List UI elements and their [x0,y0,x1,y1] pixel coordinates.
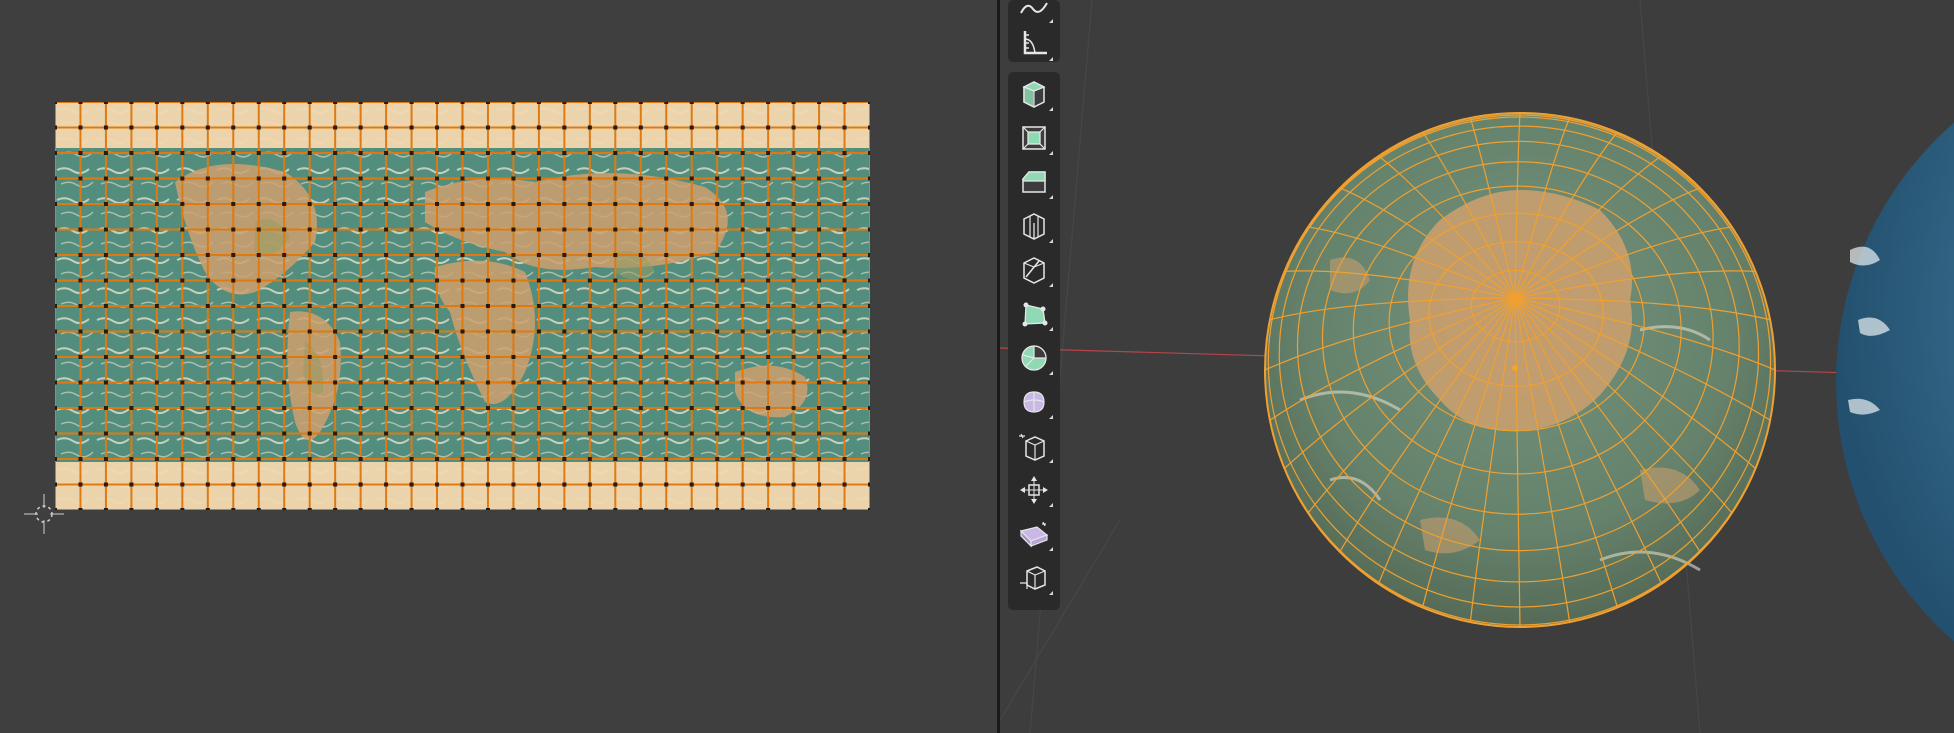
inset-faces-tool[interactable] [1012,162,1056,202]
tool-group-top [1008,0,1060,62]
2d-cursor-icon[interactable] [24,494,64,534]
uv-editor[interactable] [0,0,997,733]
rip-region-icon [1020,566,1046,590]
rip-region-tool[interactable] [1012,558,1056,598]
shrink-fatten-icon [1019,521,1049,548]
add-cube-icon [1022,81,1046,109]
uv-sphere[interactable] [1264,112,1776,628]
extrude-region-icon [1022,126,1046,150]
loop-cut-tool[interactable] [1012,250,1056,290]
smooth-vertices-icon [1019,433,1045,461]
extrude-region-tool[interactable] [1012,118,1056,158]
smooth-vertices-tool[interactable] [1012,426,1056,466]
measure-icon [1023,31,1047,55]
3d-viewport[interactable] [1000,0,1954,733]
blender-workspace [0,0,1954,733]
tool-shelf [1008,0,1060,612]
smooth-curve-tool[interactable] [1012,0,1056,26]
knife-icon [1022,302,1048,327]
bevel-tool[interactable] [1012,206,1056,246]
poly-build-tool[interactable] [1012,338,1056,378]
origin-point[interactable] [1512,365,1518,371]
add-cube-tool[interactable] [1012,74,1056,114]
edge-slide-tool[interactable] [1012,470,1056,510]
spin-icon [1023,391,1045,413]
shrink-fatten-tool[interactable] [1012,514,1056,554]
loop-cut-icon [1023,257,1045,284]
viewport-scene[interactable] [1000,0,1954,733]
edge-slide-icon [1020,476,1048,504]
uv-map-texture[interactable] [55,102,870,510]
measure-tool[interactable] [1012,24,1056,64]
inset-faces-icon [1022,171,1046,193]
tool-group-mesh [1008,72,1060,610]
bevel-icon [1023,213,1045,240]
poly-build-icon [1021,345,1047,371]
smooth-curve-icon [1020,2,1048,14]
spin-tool[interactable] [1012,382,1056,422]
knife-tool[interactable] [1012,294,1056,334]
earth-globe[interactable] [1836,38,1954,726]
